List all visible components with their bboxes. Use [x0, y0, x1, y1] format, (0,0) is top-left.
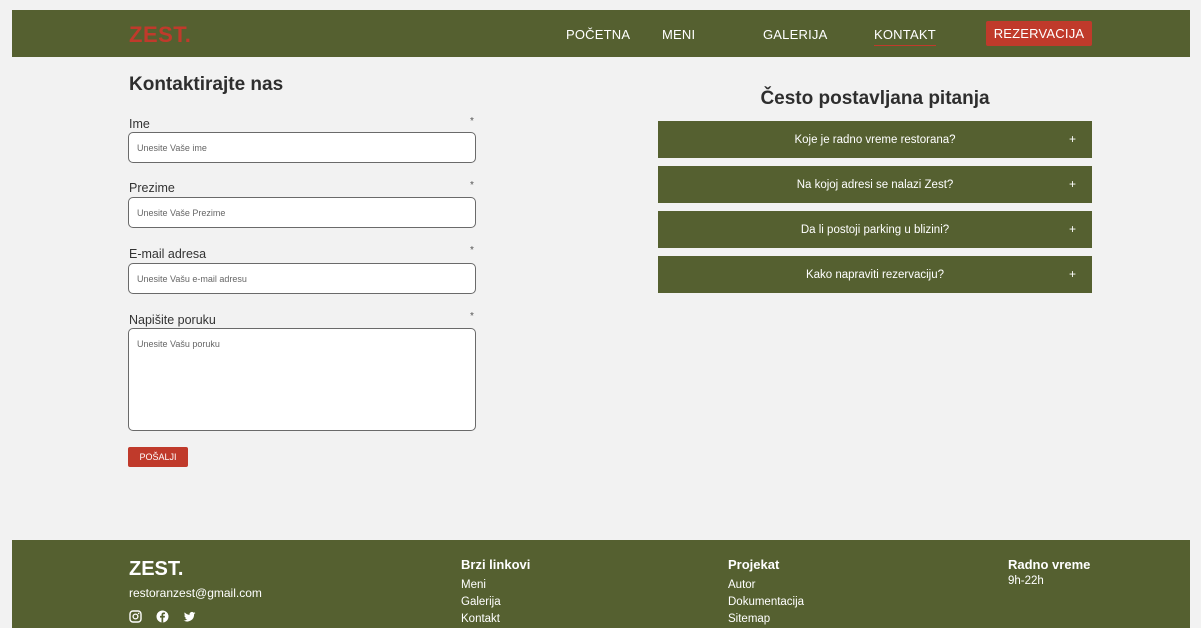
social-links: [129, 610, 196, 623]
required-mark: *: [470, 245, 474, 256]
faq-item[interactable]: Da li postoji parking u blizini? +: [658, 211, 1092, 248]
first-name-label: Ime: [129, 117, 150, 131]
reservation-button[interactable]: REZERVACIJA: [986, 21, 1092, 46]
expand-icon[interactable]: +: [1069, 132, 1076, 146]
faq-question: Da li postoji parking u blizini?: [800, 223, 950, 236]
expand-icon[interactable]: +: [1069, 222, 1076, 236]
faq-question: Na kojoj adresi se nalazi Zest?: [796, 178, 954, 191]
nav-link-galerija[interactable]: GALERIJA: [763, 27, 827, 42]
email-label: E-mail adresa: [129, 247, 207, 261]
send-button[interactable]: POŠALJI: [128, 447, 188, 467]
nav-link-meni[interactable]: MENI: [662, 27, 695, 42]
required-mark: *: [470, 311, 474, 322]
message-label: Napišite poruku: [129, 313, 216, 327]
footer-link-autor[interactable]: Autor: [728, 579, 756, 591]
footer: ZEST. restoranzest@gmail.com Brzi linkov…: [12, 540, 1190, 628]
footer-logo[interactable]: ZEST.: [129, 558, 183, 581]
logo[interactable]: ZEST.: [129, 22, 191, 48]
last-name-input[interactable]: Unesite Vaše Prezime: [128, 197, 476, 228]
required-mark: *: [470, 180, 474, 191]
last-name-label: Prezime: [129, 181, 175, 195]
nav-link-kontakt[interactable]: KONTAKT: [874, 27, 936, 46]
expand-icon[interactable]: +: [1069, 177, 1076, 191]
page: ZEST. POČETNA MENI GALERIJA KONTAKT REZE…: [12, 10, 1190, 628]
quick-links-title: Brzi linkovi: [461, 557, 531, 572]
required-mark: *: [470, 116, 474, 127]
footer-link-dokumentacija[interactable]: Dokumentacija: [728, 596, 804, 608]
message-textarea[interactable]: Unesite Vašu poruku: [128, 328, 476, 431]
footer-link-sitemap[interactable]: Sitemap: [728, 613, 770, 625]
email-input[interactable]: Unesite Vašu e-mail adresu: [128, 263, 476, 294]
nav-link-pocetna[interactable]: POČETNA: [566, 27, 630, 42]
first-name-input[interactable]: Unesite Vaše ime: [128, 132, 476, 163]
faq-title: Često postavljana pitanja: [760, 88, 990, 109]
faq-item[interactable]: Kako napraviti rezervaciju? +: [658, 256, 1092, 293]
facebook-icon[interactable]: [156, 610, 169, 623]
expand-icon[interactable]: +: [1069, 267, 1076, 281]
instagram-icon[interactable]: [129, 610, 142, 623]
footer-email[interactable]: restoranzest@gmail.com: [129, 586, 262, 600]
top-navbar: ZEST. POČETNA MENI GALERIJA KONTAKT REZE…: [12, 10, 1190, 57]
footer-link-galerija[interactable]: Galerija: [461, 596, 501, 608]
contact-form-title: Kontaktirajte nas: [129, 74, 284, 95]
footer-link-kontakt[interactable]: Kontakt: [461, 613, 500, 625]
faq-question: Kako napraviti rezervaciju?: [805, 268, 945, 281]
project-title: Projekat: [728, 557, 780, 572]
faq-question: Koje je radno vreme restorana?: [794, 133, 956, 146]
twitter-icon[interactable]: [183, 610, 196, 623]
footer-link-meni[interactable]: Meni: [461, 579, 486, 591]
hours-title: Radno vreme: [1008, 557, 1091, 572]
faq-item[interactable]: Koje je radno vreme restorana? +: [658, 121, 1092, 158]
faq-item[interactable]: Na kojoj adresi se nalazi Zest? +: [658, 166, 1092, 203]
hours-value: 9h-22h: [1008, 575, 1044, 587]
